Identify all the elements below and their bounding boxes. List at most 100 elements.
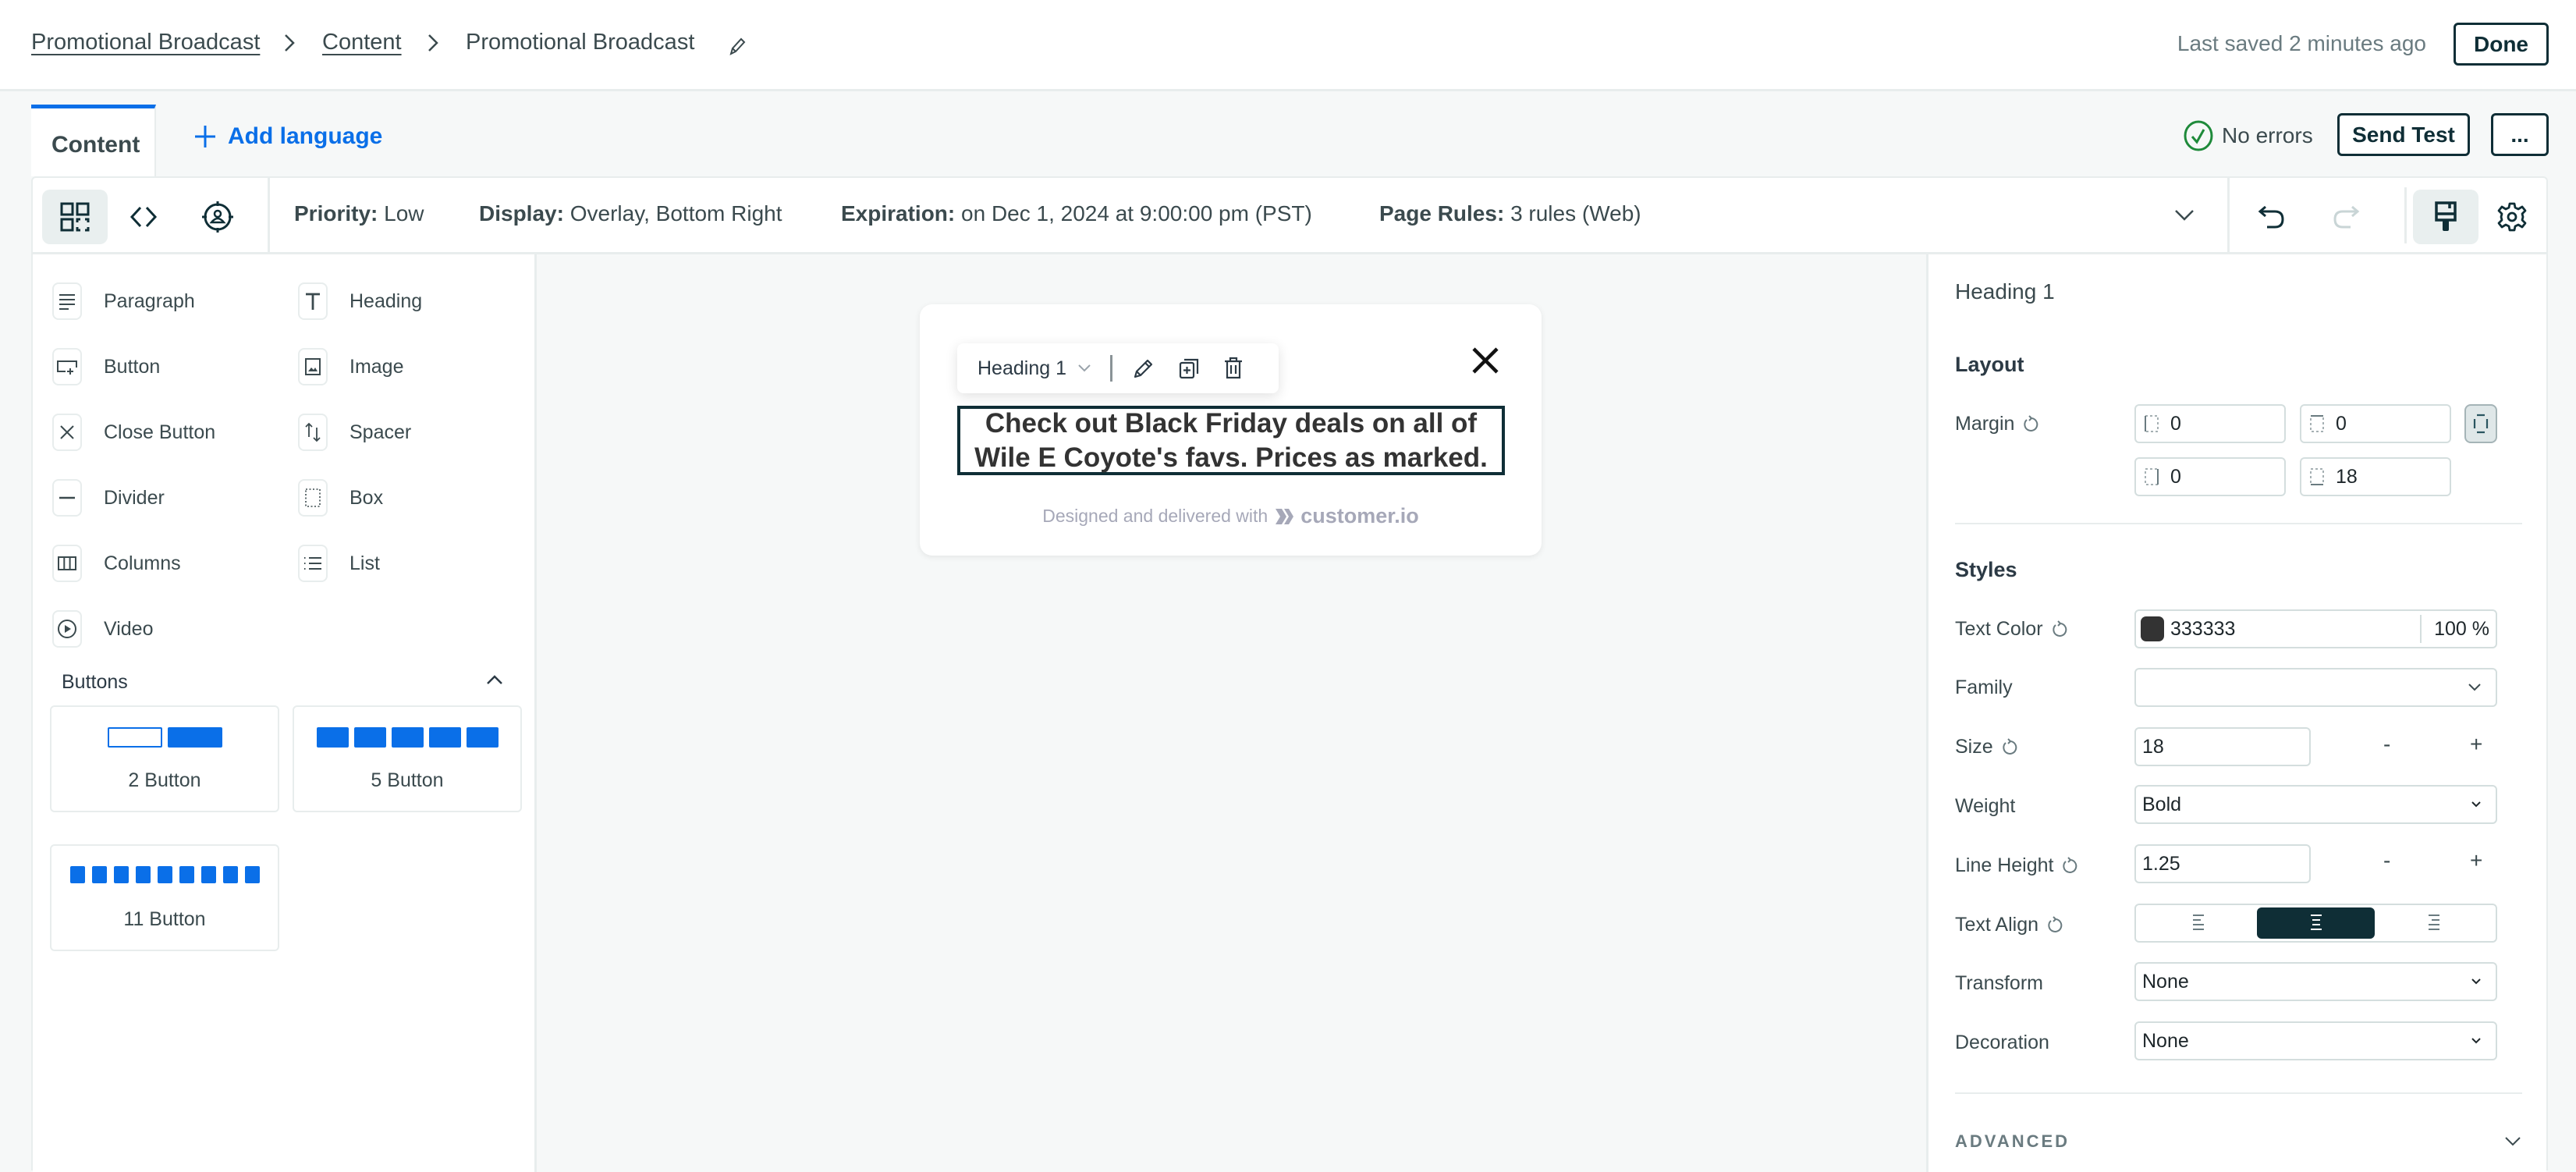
align-right-button[interactable]	[2375, 907, 2493, 939]
element-label: Box	[349, 486, 384, 509]
element-list[interactable]: List	[298, 545, 380, 582]
element-label: Close Button	[104, 421, 216, 443]
styles-section-title: Styles	[1955, 558, 2017, 581]
element-label: Columns	[104, 552, 181, 574]
font-size-input[interactable]: 18	[2134, 727, 2311, 766]
edit-icon[interactable]	[1133, 357, 1155, 379]
opacity-value[interactable]: 100 %	[2422, 618, 2496, 641]
heading-block[interactable]: Check out Black Friday deals on all of W…	[957, 406, 1505, 475]
size-label: Size	[1955, 736, 2018, 758]
last-saved-status: Last saved 2 minutes ago	[2177, 31, 2426, 55]
reset-icon[interactable]	[2048, 915, 2063, 935]
reset-icon[interactable]	[2024, 414, 2039, 434]
element-label: Divider	[104, 486, 165, 509]
element-spacer[interactable]: Spacer	[298, 414, 411, 451]
duplicate-icon[interactable]	[1178, 357, 1200, 379]
button-preset-11[interactable]: 11 Button	[50, 844, 279, 951]
chevron-right-icon	[285, 34, 295, 51]
block-toolbar: Heading 1	[957, 343, 1279, 393]
size-increment-button[interactable]: +	[2470, 732, 2482, 757]
expiration-info[interactable]: Expiration: on Dec 1, 2024 at 9:00:00 pm…	[841, 201, 1312, 226]
message-preview: Heading 1 Check out Black Friday deals o…	[920, 304, 1542, 556]
header: Promotional Broadcast Content Promotiona…	[0, 0, 2576, 91]
line-height-increment-button[interactable]: +	[2470, 848, 2482, 873]
more-options-button[interactable]: ...	[2491, 113, 2549, 156]
element-image[interactable]: Image	[298, 348, 403, 385]
tab-content[interactable]: Content	[31, 105, 156, 176]
line-height-input[interactable]: 1.25	[2134, 844, 2311, 883]
element-heading[interactable]: Heading	[298, 282, 422, 320]
button-preset-5[interactable]: 5 Button	[293, 705, 522, 812]
line-height-label: Line Height	[1955, 854, 2078, 877]
element-paragraph[interactable]: Paragraph	[52, 282, 195, 320]
element-close-button[interactable]: Close Button	[52, 414, 215, 451]
settings-button[interactable]	[2479, 190, 2545, 244]
add-language-button[interactable]: Add language	[193, 123, 382, 150]
styles-button[interactable]	[2413, 190, 2478, 244]
done-button[interactable]: Done	[2454, 23, 2549, 66]
close-message-icon[interactable]	[1470, 345, 1501, 376]
color-swatch[interactable]	[2141, 616, 2164, 641]
undo-button[interactable]	[2239, 190, 2305, 244]
element-columns[interactable]: Columns	[52, 545, 181, 582]
properties-title: Heading 1	[1955, 279, 2055, 304]
margin-bottom-input[interactable]: 18	[2300, 457, 2451, 496]
trash-icon[interactable]	[1223, 357, 1244, 380]
text-transform-select[interactable]: None	[2134, 962, 2497, 1001]
decoration-label: Decoration	[1955, 1032, 2049, 1053]
page-rules-info[interactable]: Page Rules: 3 rules (Web)	[1379, 201, 1641, 226]
branding-footer: Designed and delivered with customer.io	[920, 504, 1542, 528]
margin-right-input[interactable]: 0	[2134, 457, 2286, 496]
toolbar-divider	[1109, 355, 1112, 382]
spacer-icon	[298, 414, 328, 451]
display-info[interactable]: Display: Overlay, Bottom Right	[479, 201, 782, 226]
link-sides-icon	[2473, 414, 2489, 434]
align-center-button[interactable]	[2257, 907, 2375, 939]
text-color-input[interactable]: 333333 100 %	[2134, 609, 2497, 648]
check-circle-icon	[2184, 120, 2213, 151]
chevron-down-icon[interactable]	[2174, 208, 2195, 223]
breadcrumb-promotional-broadcast[interactable]: Promotional Broadcast	[31, 30, 260, 55]
visual-editor-button[interactable]	[42, 190, 108, 244]
link-margins-toggle[interactable]	[2464, 404, 2497, 443]
align-left-button[interactable]	[2139, 907, 2257, 939]
breadcrumb-content[interactable]: Content	[322, 30, 402, 55]
chevron-up-icon[interactable]	[485, 673, 504, 687]
block-type-select[interactable]: Heading 1	[978, 357, 1091, 380]
advanced-section-toggle[interactable]: ADVANCED	[1955, 1131, 2522, 1152]
line-height-decrement-button[interactable]: -	[2383, 848, 2390, 873]
code-editor-button[interactable]	[111, 190, 176, 244]
margin-left-input[interactable]: 0	[2134, 404, 2286, 443]
targeting-button[interactable]	[185, 190, 250, 244]
pencil-icon[interactable]	[728, 37, 747, 57]
element-button[interactable]: Button	[52, 348, 160, 385]
size-decrement-button[interactable]: -	[2383, 732, 2390, 757]
margin-bottom-side-icon	[2310, 468, 2324, 485]
button-icon	[52, 348, 82, 385]
element-divider[interactable]: Divider	[52, 479, 165, 517]
no-errors-text: No errors	[2222, 123, 2313, 147]
button-preset-label: 2 Button	[128, 769, 201, 791]
font-weight-select[interactable]: Bold	[2134, 785, 2497, 824]
gear-icon	[2497, 202, 2527, 232]
reset-icon[interactable]	[2002, 737, 2018, 757]
validation-status: No errors	[2183, 120, 2313, 151]
element-box[interactable]: Box	[298, 479, 383, 517]
element-label: Video	[104, 617, 154, 640]
button-preset-2[interactable]: 2 Button	[50, 705, 279, 812]
font-family-select[interactable]	[2134, 668, 2497, 707]
canvas: Heading 1 Check out Black Friday deals o…	[537, 254, 1926, 1172]
redo-button[interactable]	[2313, 190, 2379, 244]
element-video[interactable]: Video	[52, 610, 154, 648]
visual-editor-icon	[60, 202, 90, 232]
text-decoration-select[interactable]: None	[2134, 1021, 2497, 1060]
properties-panel: Heading 1 Layout Margin 0 0 0 18 Styles …	[1926, 254, 2546, 1172]
brand-name: customer.io	[1300, 504, 1419, 527]
reset-icon[interactable]	[2063, 856, 2078, 875]
send-test-button[interactable]: Send Test	[2337, 113, 2470, 156]
priority-info[interactable]: Priority: Low	[294, 201, 424, 226]
section-divider	[1955, 1092, 2522, 1094]
reset-icon[interactable]	[2052, 620, 2068, 639]
margin-left-side-icon	[2145, 415, 2159, 432]
margin-top-input[interactable]: 0	[2300, 404, 2451, 443]
